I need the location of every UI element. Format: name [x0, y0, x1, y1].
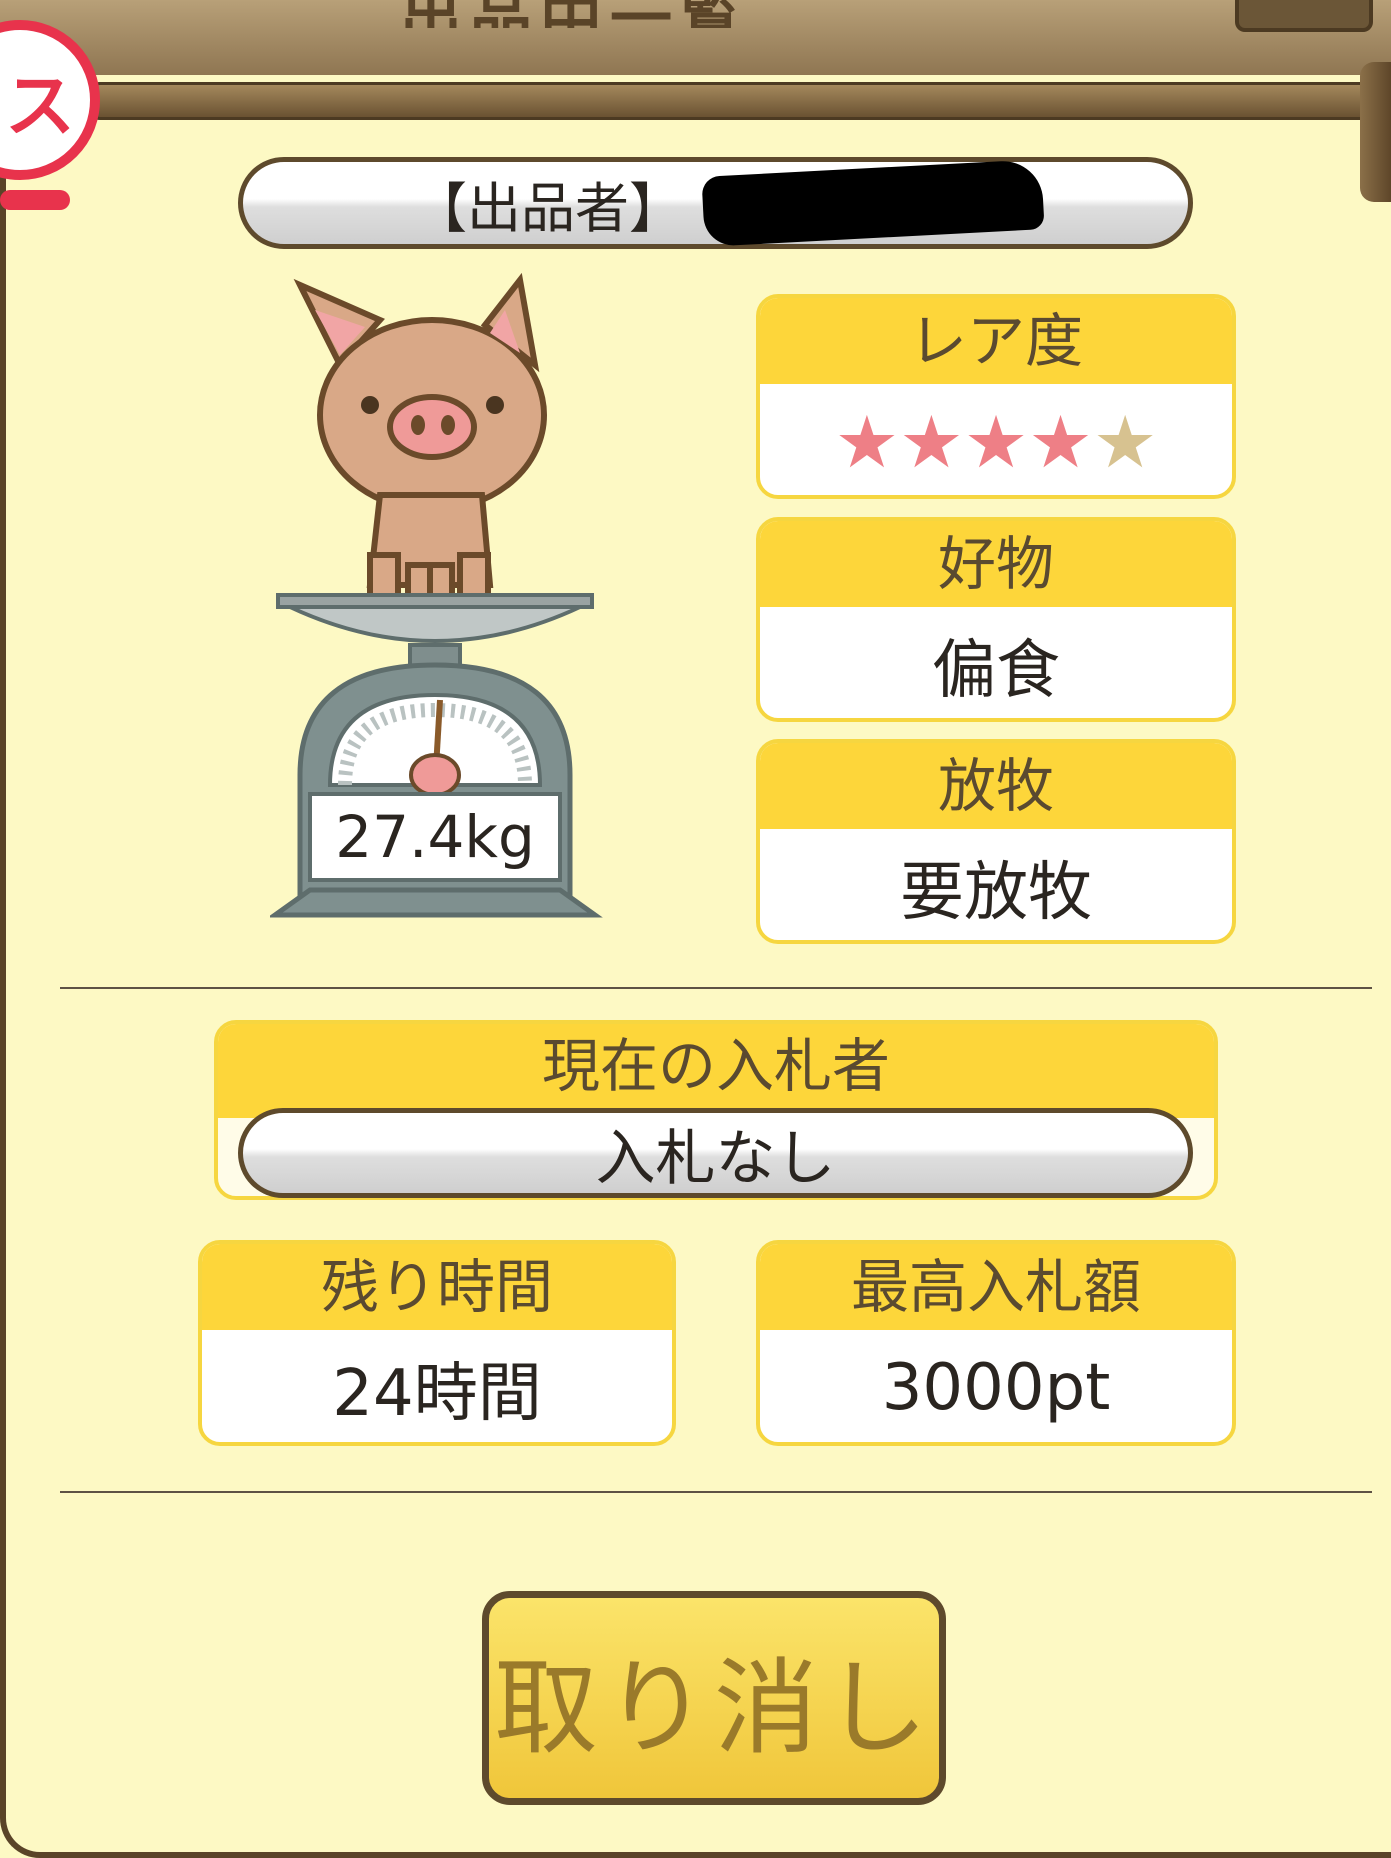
stamp-text: ス	[5, 64, 75, 147]
time-left-label: 残り時間	[202, 1244, 672, 1330]
star-filled-icon: ★	[963, 399, 1029, 484]
star-filled-icon: ★	[1028, 399, 1093, 484]
scroll-rod-knob	[1360, 62, 1391, 202]
grazing-card: 放牧 要放牧	[756, 739, 1236, 944]
scroll-rod	[90, 82, 1380, 120]
header-title: 出品中一覧	[400, 0, 750, 28]
divider	[60, 1491, 1372, 1493]
star-filled-icon: ★	[899, 399, 964, 484]
current-bidder-label: 現在の入札者	[218, 1024, 1214, 1118]
highest-bid-card: 最高入札額 3000pt	[756, 1240, 1236, 1446]
favorite-card: 好物 偏食	[756, 517, 1236, 722]
favorite-label: 好物	[760, 521, 1232, 607]
header-button[interactable]	[1235, 0, 1373, 32]
rarity-stars: ★ ★ ★ ★ ★	[760, 384, 1232, 495]
cancel-button[interactable]: 取り消し	[482, 1591, 946, 1805]
current-bidder-value: 入札なし	[238, 1108, 1193, 1198]
highest-bid-value: 3000pt	[881, 1351, 1111, 1425]
weight-display: 27.4kg	[308, 792, 562, 882]
stamp-tail	[0, 190, 70, 210]
star-empty-icon: ★	[1092, 399, 1158, 484]
rarity-label: レア度	[760, 298, 1232, 384]
star-filled-icon: ★	[834, 399, 900, 484]
divider	[60, 987, 1372, 989]
time-left-card: 残り時間 24時間	[198, 1240, 676, 1446]
grazing-value: 要放牧	[900, 855, 1092, 930]
grazing-label: 放牧	[760, 743, 1232, 829]
rarity-card: レア度 ★ ★ ★ ★ ★	[756, 294, 1236, 499]
time-left-value: 24時間	[332, 1357, 542, 1431]
seller-field: 【出品者】	[238, 157, 1193, 249]
seller-label: 【出品者】	[413, 176, 683, 240]
redacted-seller-name	[701, 159, 1045, 247]
highest-bid-label: 最高入札額	[760, 1244, 1232, 1330]
favorite-value: 偏食	[932, 633, 1060, 708]
